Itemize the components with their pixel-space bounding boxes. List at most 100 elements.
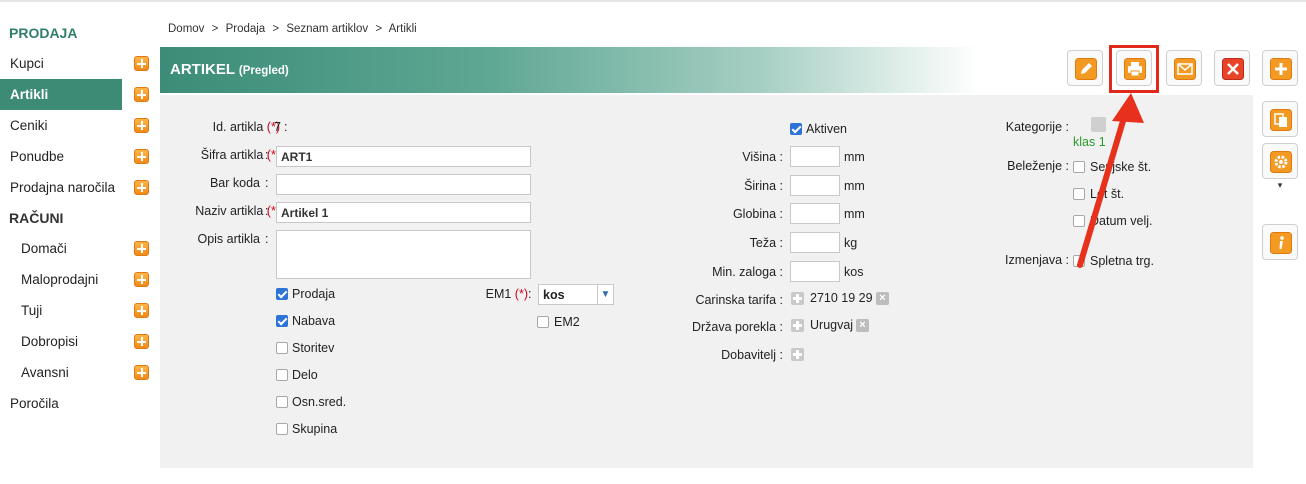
email-button[interactable] (1166, 50, 1202, 86)
min-zaloga-label: Min. zaloga : (680, 265, 783, 279)
settings-dropdown-caret[interactable]: ▾ (1267, 180, 1293, 194)
sidebar-item-artikli[interactable]: Artikli (0, 79, 149, 110)
add-icon[interactable] (134, 334, 149, 349)
izmenjava-label-text: Izmenjava (1005, 253, 1063, 267)
add-icon[interactable] (134, 365, 149, 380)
section-title-prodaja: PRODAJA (9, 25, 78, 41)
delete-button[interactable] (1214, 50, 1250, 86)
info-button[interactable] (1262, 224, 1298, 260)
add-dobavitelj-icon[interactable] (791, 348, 804, 361)
add-tarifa-icon[interactable] (791, 292, 804, 305)
visina-label-text: Višina (742, 150, 777, 164)
add-icon[interactable] (134, 56, 149, 71)
teza-input[interactable] (790, 232, 840, 253)
osn-sred-label: Osn.sred. (292, 395, 347, 409)
aktiven-checkbox[interactable] (790, 123, 802, 135)
min-zaloga-unit: kos (844, 265, 864, 279)
sirina-label-text: Širina (744, 179, 777, 193)
storitev-checkbox[interactable] (276, 342, 288, 354)
breadcrumb-separator: > (272, 23, 280, 35)
prodaja-label: Prodaja (292, 287, 336, 301)
dobavitelj-label: Dobavitelj : (660, 348, 783, 362)
em2-checkbox[interactable] (537, 316, 549, 328)
remove-drzava-icon[interactable]: × (856, 319, 869, 332)
naziv-label: Naziv artikla (*) (170, 204, 280, 218)
visina-input[interactable] (790, 146, 840, 167)
sidebar-item-tuji[interactable]: Tuji (0, 295, 158, 326)
sidebar-item-ceniki[interactable]: Ceniki (0, 110, 158, 141)
sidebar-item-dobropisi[interactable]: Dobropisi (0, 326, 158, 357)
skupina-checkbox[interactable] (276, 423, 288, 435)
em1-select[interactable]: kos ▼ (538, 284, 614, 305)
edit-icon (1075, 58, 1097, 80)
page-title-text: ARTIKEL (170, 61, 235, 78)
min-zaloga-label-text: Min. zaloga (712, 265, 777, 279)
id-value-text: 7 (274, 120, 281, 134)
naziv-input[interactable]: Artikel 1 (276, 202, 531, 223)
sidebar-item-avansni[interactable]: Avansni (0, 357, 158, 388)
aktiven-label: Aktiven (806, 122, 847, 136)
sidebar-item-prodajna-narocila[interactable]: Prodajna naročila (0, 172, 158, 203)
barkoda-input[interactable] (276, 174, 531, 195)
naziv-colon: : (265, 204, 269, 218)
add-icon[interactable] (134, 272, 149, 287)
sirina-input[interactable] (790, 175, 840, 196)
page-title: ARTIKEL (Pregled) (170, 61, 289, 78)
add-icon[interactable] (134, 241, 149, 256)
breadcrumb-separator: > (375, 23, 383, 35)
settings-button[interactable] (1262, 143, 1298, 179)
globina-input[interactable] (790, 203, 840, 224)
opis-textarea[interactable] (276, 230, 531, 279)
edit-button[interactable] (1067, 50, 1103, 86)
sidebar-item-kupci[interactable]: Kupci (0, 48, 158, 79)
sidebar-item-label: Artikli (10, 87, 49, 102)
sidebar-item-domaci[interactable]: Domači (0, 233, 158, 264)
em1-colon: : (528, 287, 532, 301)
osn-sred-checkbox[interactable] (276, 396, 288, 408)
min-zaloga-input[interactable] (790, 261, 840, 282)
em1-label: EM1 (*) (460, 287, 528, 301)
sidebar-item-ponudbe[interactable]: Ponudbe (0, 141, 158, 172)
sifra-colon: : (265, 148, 269, 162)
add-icon[interactable] (134, 87, 149, 102)
sifra-input[interactable]: ART1 (276, 146, 531, 167)
add-icon[interactable] (134, 118, 149, 133)
annotation-arrow (1077, 93, 1144, 268)
breadcrumb-link[interactable]: Seznam artiklov (286, 23, 368, 35)
breadcrumb-separator: > (211, 23, 219, 35)
delo-checkbox[interactable] (276, 369, 288, 381)
kategorije-label-text: Kategorije (1005, 120, 1063, 134)
sidebar-item-label: Maloprodajni (21, 272, 99, 287)
nabava-label: Nabava (292, 314, 336, 328)
add-icon[interactable] (134, 149, 149, 164)
add-icon[interactable] (134, 303, 149, 318)
delete-icon (1222, 58, 1244, 80)
prodaja-checkbox[interactable] (276, 288, 288, 300)
email-icon (1174, 58, 1196, 80)
sidebar-item-maloprodajni[interactable]: Maloprodajni (0, 264, 158, 295)
colon: : (779, 179, 783, 193)
breadcrumb-current: Artikli (388, 23, 417, 35)
add-drzava-icon[interactable] (791, 319, 804, 332)
naziv-label-text: Naziv artikla (195, 204, 264, 218)
colon: : (779, 348, 783, 362)
add-button[interactable] (1262, 50, 1298, 86)
breadcrumb-link[interactable]: Domov (168, 23, 204, 35)
nabava-checkbox[interactable] (276, 315, 288, 327)
breadcrumb-link[interactable]: Prodaja (226, 23, 266, 35)
sidebar-item-label: Domači (21, 241, 67, 256)
colon: : (779, 320, 783, 334)
copy-icon (1270, 109, 1292, 131)
remove-tarifa-icon[interactable]: × (876, 292, 889, 305)
copy-button[interactable] (1262, 101, 1298, 137)
section-title-racuni: RAČUNI (9, 210, 64, 226)
carinska-label-text: Carinska tarifa (695, 293, 777, 307)
em2-label: EM2 (554, 315, 580, 329)
sidebar-item-porocila[interactable]: Poročila (0, 388, 158, 419)
izmenjava-label: Izmenjava : (980, 253, 1069, 267)
sidebar-item-label: Kupci (10, 56, 44, 71)
sidebar-item-label: Avansni (21, 365, 69, 380)
colon: : (779, 265, 783, 279)
add-icon[interactable] (134, 180, 149, 195)
id-colon: : (284, 120, 288, 134)
